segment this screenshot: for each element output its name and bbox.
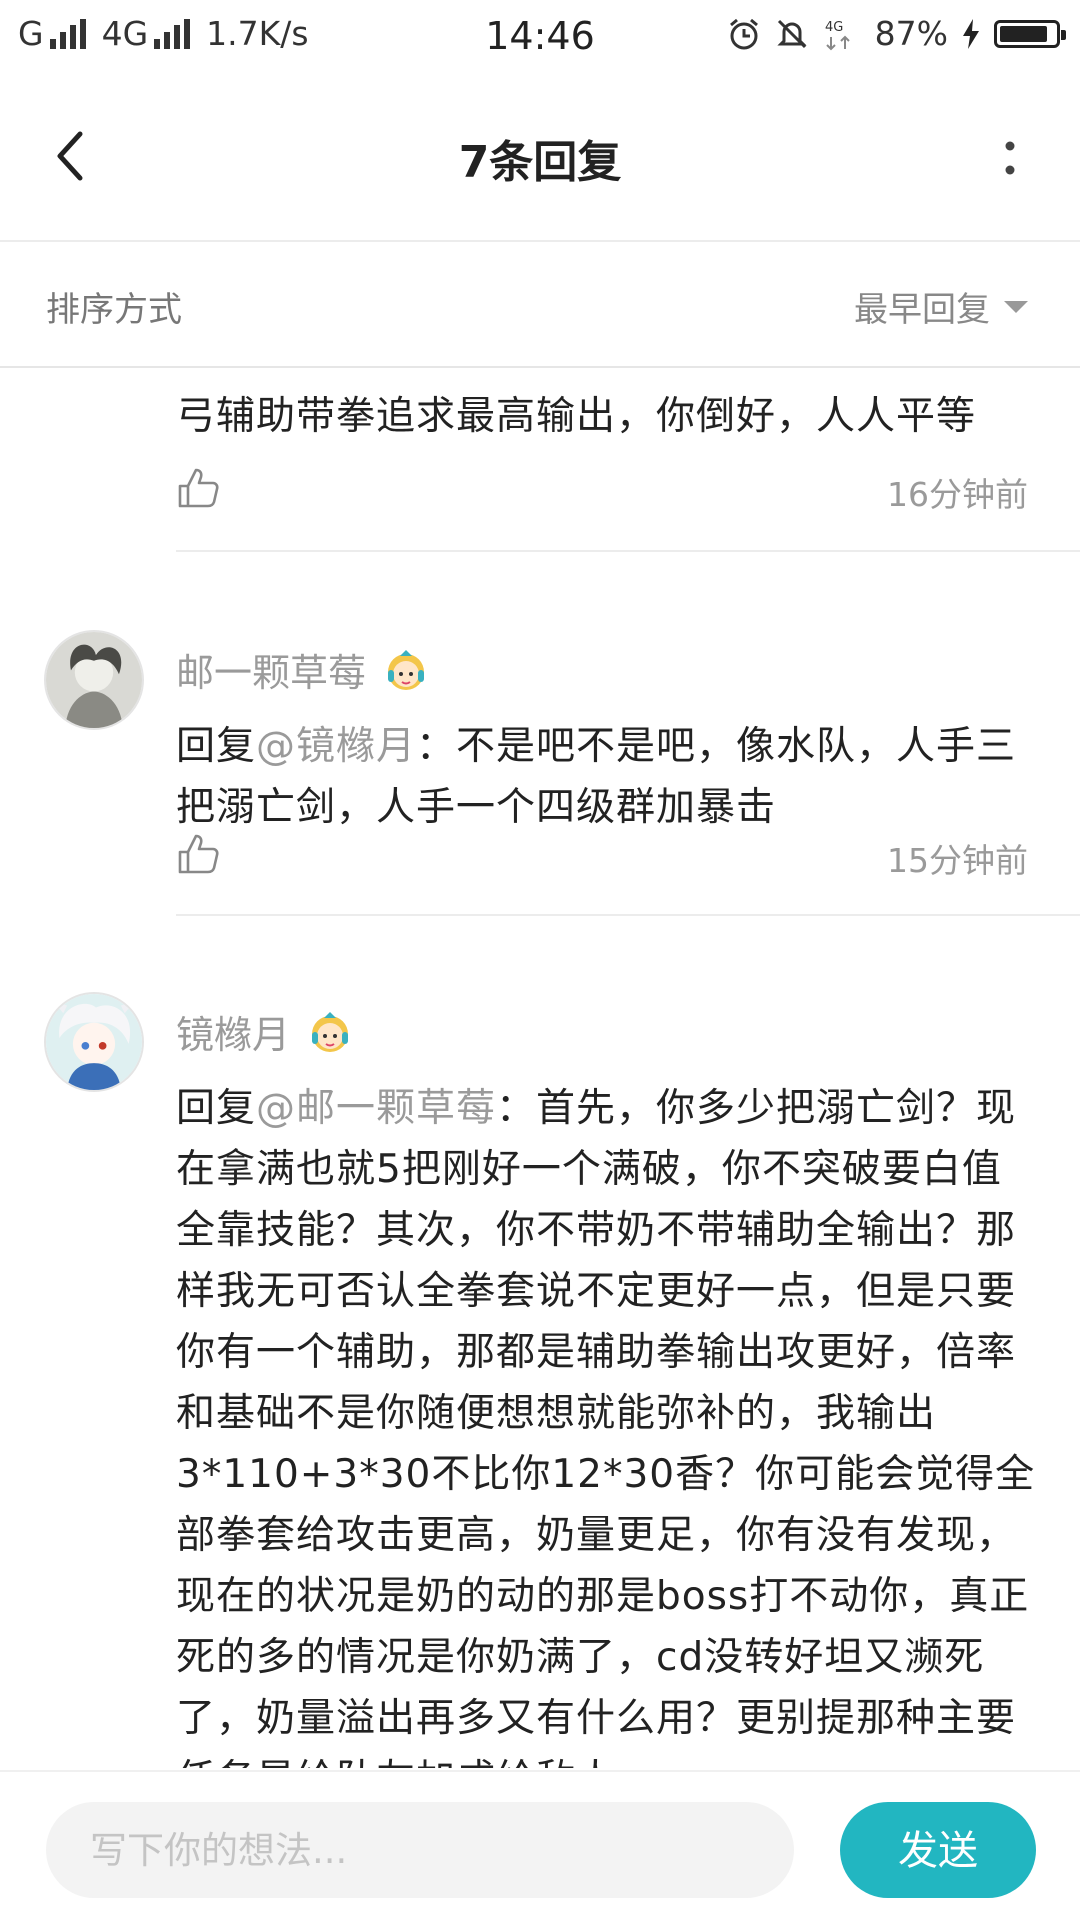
battery-percent: 87%: [874, 14, 948, 53]
comment-input[interactable]: [46, 1802, 794, 1898]
top-nav: 7条回复: [0, 76, 1080, 242]
reply-prefix: 回复: [176, 724, 257, 769]
mention-link[interactable]: @镜橼月: [256, 724, 416, 769]
alarm-icon: [729, 18, 758, 49]
author-name: 邮一颗草莓: [176, 651, 367, 695]
thumbs-up-icon[interactable]: [176, 466, 220, 510]
status-right: 4G 87%: [727, 14, 1066, 53]
battery-fill: [1000, 25, 1047, 42]
net2-label: 4G: [825, 20, 843, 35]
battery-icon: [994, 19, 1066, 48]
comment-author[interactable]: 镜橼月: [176, 1004, 354, 1059]
badge-icon: [388, 649, 425, 690]
status-bar: G 4G 1.7K/s 14:46 4G 87%: [0, 0, 1080, 76]
more-vertical-icon[interactable]: [1000, 136, 1020, 186]
comment-text: 弓辅助带拳追求最高输出，你倒好，人人平等: [176, 394, 977, 439]
comment-item: 弓辅助带拳追求最高输出，你倒好，人人平等 16分钟前: [0, 368, 1080, 552]
chevron-down-icon: [1004, 300, 1028, 313]
sort-bar: 排序方式 最早回复: [0, 242, 1080, 368]
comment-list[interactable]: 弓辅助带拳追求最高输出，你倒好，人人平等 16分钟前 邮一颗草莓 回复@镜橼月：…: [0, 368, 1080, 1768]
signal-4g-icon: 4G: [825, 20, 850, 50]
reply-prefix: 回复: [176, 1086, 257, 1131]
sort-label: 排序方式: [46, 290, 182, 330]
badge-icon: [312, 1011, 349, 1052]
mute-icon: [777, 19, 807, 48]
comment-body: ：首先，你多少把溺亡剑？现在拿满也就5把刚好一个满破，你不突破要白值全靠技能？其…: [176, 1086, 1036, 1768]
comment-author[interactable]: 邮一颗草莓: [176, 642, 430, 697]
comment-time: 15分钟前: [887, 841, 1028, 880]
comment-item: 邮一颗草莓 回复@镜橼月：不是吧不是吧，像水队，人手三把溺亡剑，人手一个四级群加…: [0, 552, 1080, 916]
avatar-image: [46, 632, 142, 728]
comment-time: 16分钟前: [887, 475, 1028, 514]
author-name: 镜橼月: [176, 1013, 291, 1057]
comment-composer: 发送: [0, 1770, 1080, 1922]
mention-link[interactable]: @邮一颗草莓: [256, 1086, 496, 1131]
sort-dropdown[interactable]: 最早回复: [854, 282, 1028, 331]
send-button[interactable]: 发送: [840, 1802, 1036, 1898]
thumbs-up-icon[interactable]: [176, 832, 220, 876]
comment-text: 回复@邮一颗草莓：首先，你多少把溺亡剑？现在拿满也就5把刚好一个满破，你不突破要…: [176, 1078, 1036, 1768]
avatar[interactable]: [44, 992, 144, 1092]
comment-item: 镜橼月 回复@邮一颗草莓：首先，你多少把溺亡剑？现在拿满也就5把刚好一个满破，你…: [0, 916, 1080, 1768]
charging-icon: [963, 18, 979, 49]
page-title: 7条回复: [458, 137, 622, 188]
avatar-image: [46, 994, 142, 1090]
avatar[interactable]: [44, 630, 144, 730]
comment-text: 回复@镜橼月：不是吧不是吧，像水队，人手三把溺亡剑，人手一个四级群加暴击: [176, 716, 1036, 838]
sort-selected: 最早回复: [854, 290, 990, 330]
